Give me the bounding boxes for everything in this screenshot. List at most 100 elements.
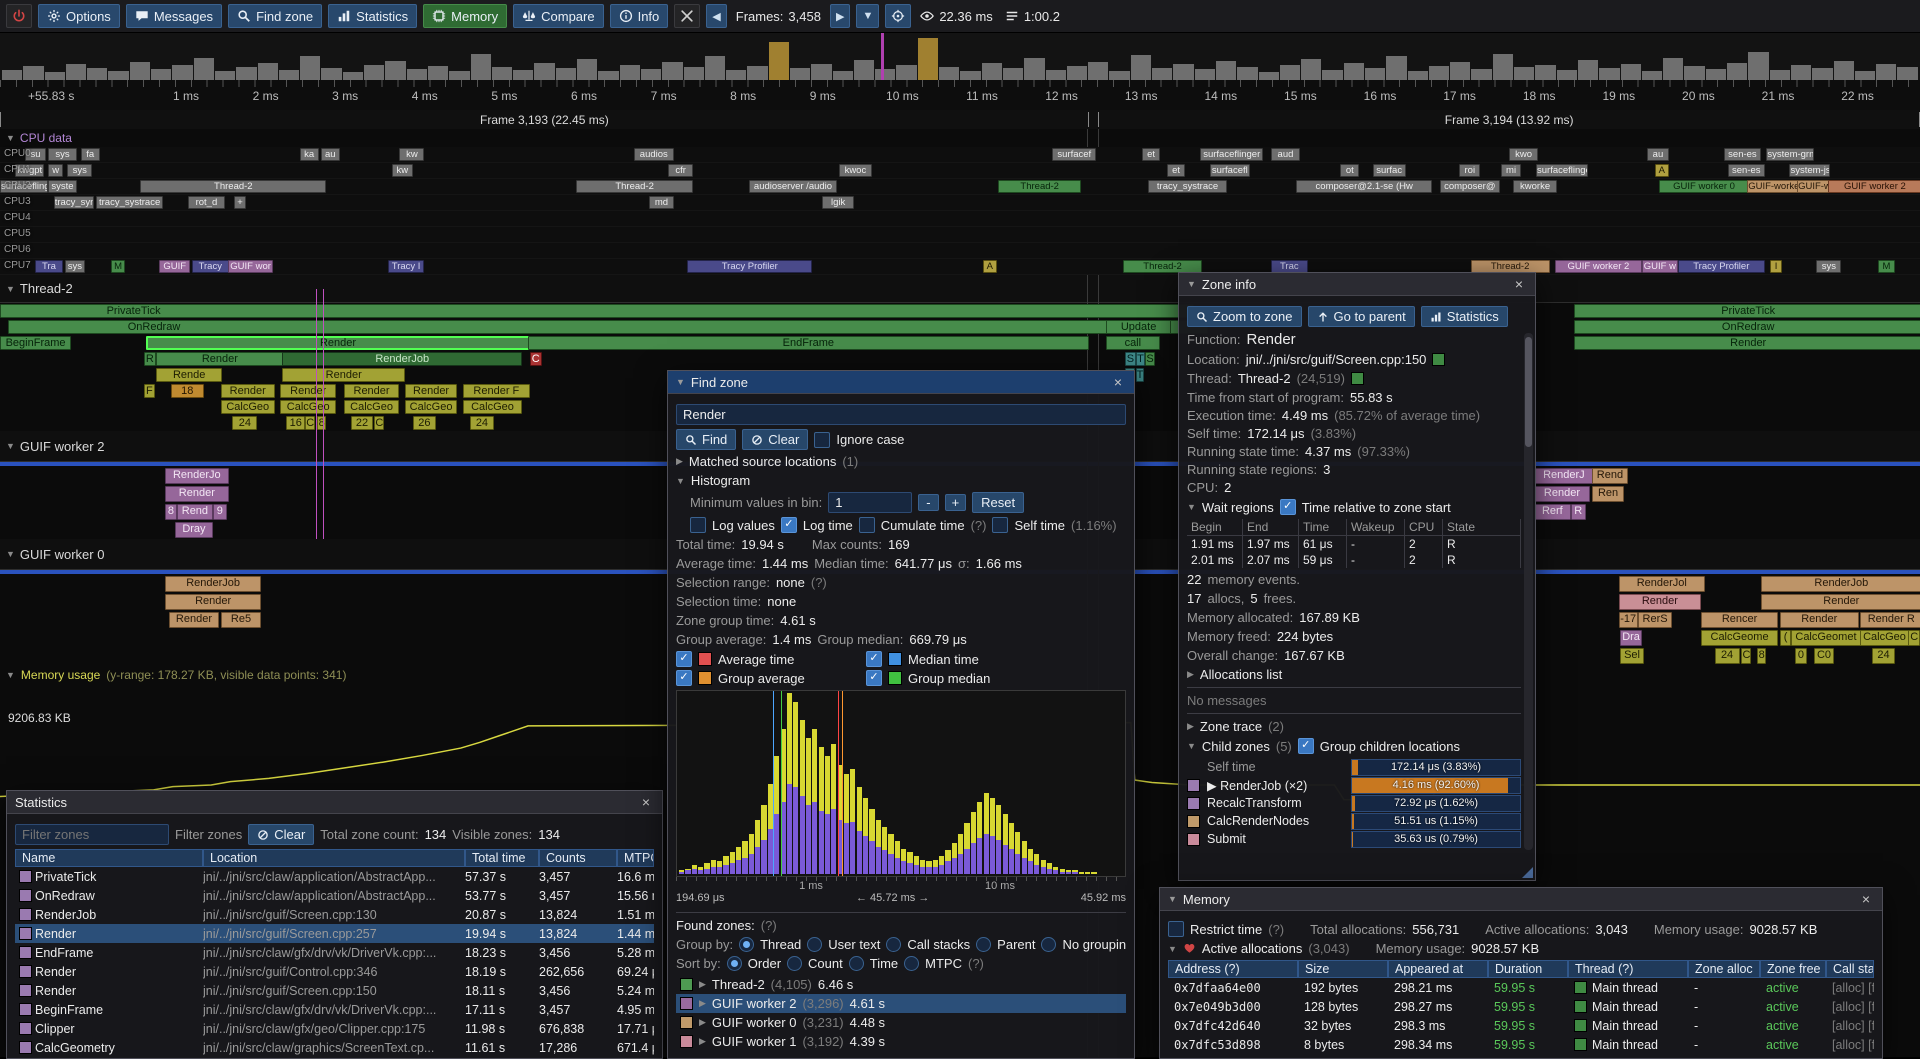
expand-triangle-icon[interactable]: ▶ [1187, 669, 1194, 680]
timeline-zone[interactable]: RenderJob [1761, 576, 1920, 592]
timeline-zone[interactable]: 26 [413, 416, 436, 430]
frame-time-bar[interactable] [1514, 67, 1534, 80]
frame-time-bar[interactable] [1216, 61, 1236, 80]
timeline-zone[interactable]: audioserver /audio [749, 180, 837, 193]
timeline-zone[interactable]: RenderJob [282, 352, 522, 366]
memory-window-titlebar[interactable]: ▼ Memory × [1160, 888, 1882, 911]
frame-time-bar[interactable] [1237, 67, 1257, 80]
frame-time-bar[interactable] [23, 66, 43, 80]
table-row[interactable]: OnRedrawjni/../jni/src/claw/application/… [15, 886, 654, 905]
timeline-zone[interactable]: 24 [470, 416, 493, 430]
timeline-zone[interactable]: et [1167, 164, 1184, 177]
timeline-zone[interactable]: 8 [1757, 648, 1767, 664]
frame-time-bar[interactable] [641, 69, 661, 80]
found-zone-group[interactable]: ▶GUIF worker 0(3,231)4.48 s [676, 1013, 1126, 1032]
timeline-zone[interactable]: Render [1534, 486, 1590, 502]
help-hint[interactable]: (?) [761, 918, 777, 933]
frame-time-bar[interactable] [130, 62, 150, 80]
frame-time-bar[interactable] [1684, 66, 1704, 80]
timeline-zone[interactable]: S [1125, 352, 1136, 366]
zone-time-histogram[interactable] [676, 690, 1126, 877]
frame-time-bar[interactable] [1067, 66, 1087, 80]
go-to-parent-button[interactable]: Go to parent [1308, 306, 1415, 327]
frame-time-graph[interactable] [0, 32, 1920, 81]
timeline-zone[interactable]: ot [1340, 164, 1359, 177]
legend-checkbox[interactable]: ✓ [866, 651, 882, 667]
timeline-zone[interactable]: w [48, 164, 63, 177]
timeline-zone[interactable]: R [1571, 504, 1586, 520]
frame-time-bar[interactable] [1727, 63, 1747, 80]
frame-time-bar[interactable] [300, 56, 320, 80]
expand-triangle-icon[interactable]: ▶ [1187, 721, 1194, 732]
radio-button[interactable] [976, 937, 991, 952]
timeline-zone[interactable]: CalcGeomet [1791, 630, 1860, 646]
timeline-zone[interactable]: surfaceflinge [1536, 164, 1588, 177]
timeline-zone[interactable]: 24 [232, 416, 257, 430]
timeline-zone[interactable]: fa [81, 148, 100, 161]
child-zone-row[interactable]: RecalcTransform72.92 μs (1.62%) [1187, 794, 1521, 812]
timeline-zone[interactable]: Dray [175, 522, 213, 538]
timeline-zone[interactable]: system-grms [1766, 148, 1814, 161]
column-header[interactable]: Zone free [1760, 960, 1826, 978]
table-row[interactable]: Renderjni/../jni/src/guif/Screen.cpp:257… [15, 924, 654, 943]
child-zone-row[interactable]: ▶ RenderJob (×2)4.16 ms (92.60%) [1187, 776, 1521, 794]
timeline-zone[interactable]: Render [282, 368, 405, 382]
table-row[interactable]: PrivateTickjni/../jni/src/claw/applicati… [15, 867, 654, 886]
timeline-zone[interactable]: Dra [1620, 630, 1641, 646]
timeline-zone[interactable]: Thread-2 [140, 180, 326, 193]
timeline-zone[interactable]: roi [1459, 164, 1480, 177]
frame-time-bar[interactable] [918, 38, 938, 80]
column-header[interactable]: Duration [1488, 960, 1568, 978]
wait-regions-label[interactable]: Wait regions [1202, 500, 1274, 515]
table-row[interactable]: RenderJobjni/../jni/src/guif/Screen.cpp:… [15, 905, 654, 924]
frame-time-bar[interactable] [1770, 70, 1790, 80]
reset-button[interactable]: Reset [972, 492, 1024, 513]
frame-time-bar[interactable] [769, 42, 789, 80]
timeline-zone[interactable]: kw [392, 164, 413, 177]
timeline-zone[interactable]: RenderJol [1619, 576, 1705, 592]
column-header[interactable]: Call stack [1826, 960, 1874, 978]
collapse-triangle-icon[interactable]: ▼ [1187, 279, 1196, 289]
ignore-case-checkbox[interactable] [814, 432, 830, 448]
frame-time-bar[interactable] [87, 68, 107, 80]
found-zone-group[interactable]: ▶Thread-2(4,105)6.46 s [676, 975, 1126, 994]
frame-time-bar[interactable] [66, 64, 86, 80]
timeline-zone[interactable]: aud [1271, 148, 1300, 161]
child-zone-row[interactable]: Submit35.63 us (0.79%) [1187, 830, 1521, 848]
find-zone-window-titlebar[interactable]: ▼ Find zone × [668, 371, 1134, 394]
table-row[interactable]: Clipperjni/../jni/src/claw/gfx/geo/Clipp… [15, 1019, 654, 1038]
timeline-zone[interactable]: 9 [213, 504, 227, 520]
timeline-zone[interactable]: A [983, 260, 997, 273]
thread-header[interactable]: ▼Thread-2 [0, 275, 1920, 303]
frame-time-bar[interactable] [1046, 70, 1066, 80]
zone-statistics-button[interactable]: Statistics [1421, 306, 1508, 327]
timeline-zone[interactable]: GUIF wor [228, 260, 272, 273]
timeline-zone[interactable]: GUIF-w [1797, 180, 1830, 193]
frame-time-bar[interactable] [385, 61, 405, 80]
timeline-zone[interactable]: Thread-2 [576, 180, 693, 193]
frame-time-bar[interactable] [1322, 70, 1342, 80]
histogram-section-label[interactable]: Histogram [691, 473, 750, 488]
info-button[interactable]: Info [610, 4, 669, 28]
child-zones-label[interactable]: Child zones [1202, 739, 1270, 754]
collapse-triangle-icon[interactable]: ▼ [1168, 944, 1177, 954]
timeline-zone[interactable]: sys [48, 148, 77, 161]
expand-triangle-icon[interactable]: ▶ [699, 998, 706, 1009]
messages-button[interactable]: Messages [126, 4, 222, 28]
timeline-zone[interactable]: OnRedraw [1574, 320, 1920, 334]
timeline-zone[interactable]: OnRedraw [8, 320, 1208, 334]
timeline-zone[interactable]: call [1106, 336, 1160, 350]
frame-time-bar[interactable] [1876, 64, 1896, 80]
timeline-zone[interactable]: Rende [156, 368, 221, 382]
timeline-zone[interactable]: Render [280, 384, 336, 398]
timeline-zone[interactable]: 22 [351, 416, 372, 430]
timeline-zone[interactable]: Render [1761, 594, 1920, 610]
timeline-zone[interactable]: CalcGeo [463, 400, 523, 414]
timeline-zone[interactable]: cfr [668, 164, 693, 177]
timeline-zone[interactable]: surfaceflinger [1200, 148, 1263, 161]
frame-time-bar[interactable] [1450, 62, 1470, 80]
scrollbar[interactable] [1524, 333, 1533, 850]
timeline-zone[interactable]: surfac [1373, 164, 1406, 177]
zone-info-window-titlebar[interactable]: ▼ Zone info × [1179, 273, 1535, 296]
frame-time-bar[interactable] [577, 59, 597, 80]
